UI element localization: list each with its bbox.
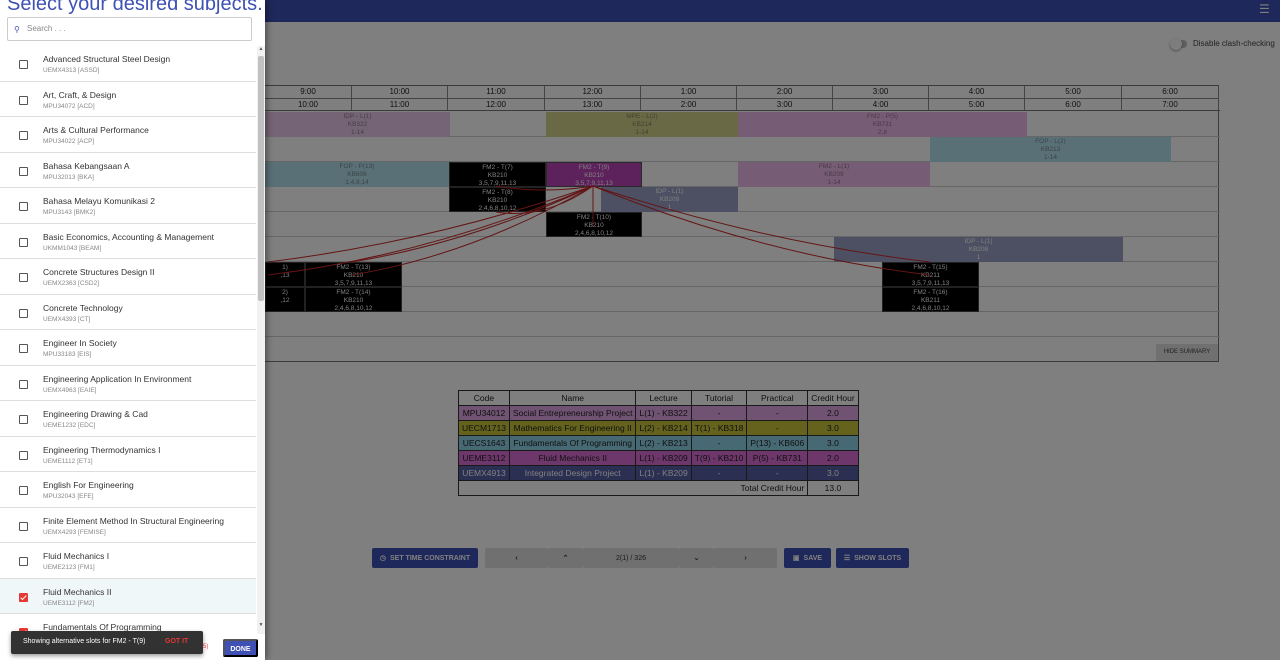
subject-checkbox[interactable] [19, 486, 28, 495]
subject-code: UEMX2363 [CSD2] [43, 280, 99, 287]
subject-code: MPU32013 [BKA] [43, 173, 94, 181]
subject-name: Engineering Application In Environment [43, 373, 192, 384]
subject-checkbox[interactable] [19, 557, 28, 566]
subject-name: Finite Element Method In Structural Engi… [43, 515, 224, 526]
subject-checkbox[interactable] [19, 166, 28, 176]
subject-checkbox[interactable] [19, 450, 28, 460]
subject-name: Engineering Thermodynamics I [43, 444, 161, 455]
subject-item[interactable]: Concrete Structures Design II UEMX2363 [C… [0, 259, 256, 295]
subject-checkbox[interactable] [19, 60, 28, 69]
search-input[interactable]: Search . . . [7, 17, 252, 41]
got-it-button[interactable]: GOT IT [165, 638, 188, 645]
subject-code: MPU34072 [ACD] [43, 102, 95, 110]
app-root: ☰ Disable clash-checking 9:0010:0010:001… [0, 0, 1280, 660]
subject-code: MPU3143 [BMK2] [43, 209, 96, 216]
scroll-up-icon[interactable]: ▲ [257, 46, 265, 54]
subject-item[interactable]: Advanced Structural Steel Design UEMX4313… [0, 46, 256, 82]
subject-checkbox[interactable] [19, 415, 28, 424]
subject-item[interactable]: Concrete Technology UEMX4393 [CT] [0, 295, 256, 330]
subject-item[interactable]: Engineering Drawing & Cad UEME1232 [EDC] [0, 401, 256, 437]
subject-name: Arts & Cultural Performance [43, 125, 149, 135]
subject-item[interactable]: Bahasa Kebangsaan A MPU32013 [BKA] [0, 153, 256, 188]
subject-code: MPU32043 [EFE] [43, 493, 94, 500]
subject-item[interactable]: Arts & Cultural Performance MPU34022 [ACP… [0, 117, 256, 153]
subject-name: Fluid Mechanics I [43, 551, 110, 561]
subject-code: UEMX4293 [FEMISE] [43, 528, 106, 536]
subject-checkbox[interactable] [19, 273, 28, 282]
subject-item[interactable]: Finite Element Method In Structural Engi… [0, 508, 256, 543]
subject-name: Bahasa Melayu Komunikasi 2 [43, 196, 155, 206]
subject-code: UEMX4313 [ASSD] [43, 67, 100, 74]
subject-name: Fluid Mechanics II [43, 586, 112, 597]
subject-checkbox[interactable] [19, 95, 28, 105]
subject-checkbox[interactable] [19, 592, 28, 602]
subject-checkbox[interactable] [19, 237, 28, 247]
subject-name: Engineering Drawing & Cad [43, 409, 148, 419]
snackbar: Showing alternative slots for FM2 - T(9)… [11, 631, 203, 654]
subject-item[interactable]: Basic Economics, Accounting & Management… [0, 224, 256, 259]
subject-item[interactable]: Engineering Thermodynamics I UEME1112 [ET… [0, 437, 256, 472]
subject-code: UEME1232 [EDC] [43, 422, 96, 429]
snackbar-message: Showing alternative slots for FM2 - T(9) [23, 638, 146, 645]
subject-item[interactable]: Bahasa Melayu Komunikasi 2 MPU3143 [BMK2] [0, 188, 256, 224]
search-icon: ⚲ [14, 25, 20, 34]
subject-code: UKMM1043 [BEAM] [43, 244, 102, 252]
subject-item[interactable]: English For Engineering MPU32043 [EFE] [0, 472, 256, 508]
subject-item[interactable]: Engineer In Society MPU33183 [EIS] [0, 330, 256, 366]
panel-footer-text: 5) [203, 644, 209, 650]
subject-checkbox[interactable] [19, 131, 28, 140]
subject-name: Concrete Technology [43, 302, 123, 313]
subject-item[interactable]: Art, Craft, & Design MPU34072 [ACD] [0, 82, 256, 117]
subject-item[interactable]: Fluid Mechanics II UEME3112 [FM2] [0, 578, 256, 614]
subject-name: Concrete Structures Design II [43, 267, 155, 277]
panel-title: Select your desired subjects. [7, 0, 263, 15]
subject-name: Basic Economics, Accounting & Management [43, 231, 215, 242]
subject-code: UEME1112 [ET1] [43, 457, 93, 465]
subject-checkbox[interactable] [19, 521, 28, 531]
scroll-down-icon[interactable]: ▼ [257, 622, 265, 630]
subject-item[interactable]: Engineering Application In Environment UE… [0, 366, 256, 401]
subject-name: Advanced Structural Steel Design [43, 54, 171, 64]
subject-item[interactable]: Fluid Mechanics I UEME2123 [FM1] [0, 543, 256, 579]
subject-checkbox[interactable] [19, 308, 28, 318]
subject-list: Advanced Structural Steel Design UEMX4313… [0, 46, 256, 634]
subject-code: UEMX4393 [CT] [43, 315, 91, 323]
subject-code: MPU33183 [EIS] [43, 351, 92, 358]
subject-code: UEME2123 [FM1] [43, 564, 95, 571]
subject-checkbox[interactable] [19, 379, 28, 389]
subject-selection-panel: Select your desired subjects. Search . .… [0, 0, 265, 660]
subject-checkbox[interactable] [19, 202, 28, 211]
subject-checkbox[interactable] [19, 344, 28, 353]
subject-name: Engineer In Society [43, 338, 117, 348]
scrollbar-thumb[interactable] [258, 56, 264, 301]
subject-code: UEME3112 [FM2] [43, 599, 95, 607]
done-button[interactable]: DONE [223, 639, 258, 657]
subject-name: English For Engineering [43, 480, 134, 490]
subject-code: UEMX4963 [EAIE] [43, 386, 97, 394]
subject-name: Bahasa Kebangsaan A [43, 160, 130, 171]
subject-code: MPU34022 [ACP] [43, 138, 95, 145]
subject-name: Art, Craft, & Design [43, 89, 117, 100]
